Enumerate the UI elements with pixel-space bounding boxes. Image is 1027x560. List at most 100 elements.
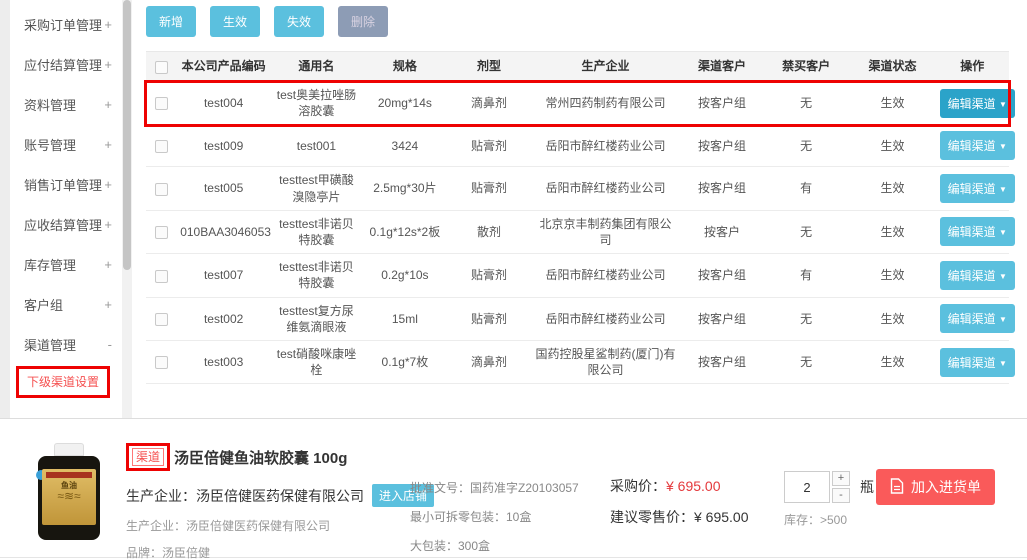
cell-channel-status: 生效 [849, 175, 935, 201]
quantity-minus-button[interactable]: - [832, 488, 850, 503]
main-content: 新增 生效 失效 删除 本公司产品编码 通用名 规格 剂型 生产企业 渠道客户 … [132, 0, 1027, 418]
sidebar-item-lower-channel-settings[interactable]: 下级渠道设置 [27, 375, 99, 389]
channel-admin-section: 采购订单管理 + 应付结算管理 + 资料管理 + 账号管理 + 销售订单管理 +… [0, 0, 1027, 418]
sidebar-item-label: 应付结算管理 [24, 55, 102, 74]
chevron-down-icon: ▼ [999, 359, 1007, 368]
retail-price-label: 建议零售价： [610, 509, 694, 525]
sidebar-item[interactable]: 渠道管理 - [10, 324, 122, 364]
brand-line: 品牌：汤臣倍健 [126, 544, 386, 560]
cell-manufacturer: 岳阳市醉红楼药业公司 [530, 262, 681, 288]
cell-channel-status: 生效 [849, 349, 935, 375]
sidebar-item[interactable]: 库存管理 + [10, 244, 122, 284]
add-button[interactable]: 新增 [146, 6, 196, 37]
document-icon [890, 478, 904, 497]
quantity-input[interactable]: 2 [784, 471, 830, 503]
row-checkbox[interactable] [155, 140, 168, 153]
edit-channel-button[interactable]: 编辑渠道 ▼ [940, 304, 1015, 333]
col-header-channel-customer: 渠道客户 [681, 53, 763, 79]
retail-price-value: ¥ 695.00 [694, 509, 749, 525]
table-row: test007 testtest非诺贝特胶囊 0.2g*10s 贴膏剂 岳阳市醉… [146, 254, 1009, 297]
delete-button[interactable]: 删除 [338, 6, 388, 37]
table-body: test004 test奥美拉唑肠溶胶囊 20mg*14s 滴鼻剂 常州四药制药… [146, 82, 1009, 384]
cell-dosage-form: 贴膏剂 [448, 175, 530, 201]
edit-channel-button[interactable]: 编辑渠道 ▼ [940, 261, 1015, 290]
sidebar-item-label: 库存管理 [24, 255, 76, 274]
expand-toggle-icon: + [104, 257, 112, 272]
cell-channel-customer: 按客户组 [681, 262, 763, 288]
cell-product-code: test003 [176, 349, 271, 375]
chevron-down-icon: ▼ [999, 100, 1007, 109]
cell-product-code: test002 [176, 306, 271, 332]
expand-toggle-icon: + [104, 137, 112, 152]
cell-channel-customer: 按客户组 [681, 133, 763, 159]
annotation-box-submenu: 下级渠道设置 [16, 366, 110, 398]
activate-button[interactable]: 生效 [210, 6, 260, 37]
chevron-down-icon: ▼ [999, 228, 1007, 237]
edit-channel-button[interactable]: 编辑渠道 ▼ [940, 217, 1015, 246]
col-header-manufacturer: 生产企业 [530, 53, 681, 79]
cell-product-code: test007 [176, 262, 271, 288]
expand-toggle-icon: + [104, 97, 112, 112]
table-header-row: 本公司产品编码 通用名 规格 剂型 生产企业 渠道客户 禁买客户 渠道状态 操作 [146, 52, 1009, 82]
sidebar: 采购订单管理 + 应付结算管理 + 资料管理 + 账号管理 + 销售订单管理 +… [10, 0, 122, 418]
cell-channel-customer: 按客户组 [681, 349, 763, 375]
row-checkbox[interactable] [155, 313, 168, 326]
sidebar-item[interactable]: 客户组 + [10, 284, 122, 324]
cell-forbidden-customer: 有 [763, 175, 849, 201]
sidebar-item[interactable]: 账号管理 + [10, 124, 122, 164]
table-row: test003 test硝酸咪康唑栓 0.1g*7枚 滴鼻剂 国药控股星鲨制药(… [146, 341, 1009, 384]
cell-manufacturer: 岳阳市醉红楼药业公司 [530, 306, 681, 332]
cell-channel-status: 生效 [849, 133, 935, 159]
cell-dosage-form: 滴鼻剂 [448, 349, 530, 375]
col-header-product-code: 本公司产品编码 [176, 53, 271, 79]
manufacturer-line-secondary: 生产企业：汤臣倍健医药保健有限公司 [126, 517, 386, 534]
sidebar-item[interactable]: 应收结算管理 + [10, 204, 122, 244]
sidebar-item-label: 账号管理 [24, 135, 76, 154]
sidebar-item-label: 渠道管理 [24, 335, 76, 354]
cell-manufacturer: 岳阳市醉红楼药业公司 [530, 133, 681, 159]
row-checkbox[interactable] [155, 356, 168, 369]
product-price-info: 采购价：¥ 695.00 建议零售价：¥ 695.00 [610, 476, 780, 557]
table-row: test004 test奥美拉唑肠溶胶囊 20mg*14s 滴鼻剂 常州四药制药… [146, 82, 1009, 125]
sidebar-item[interactable]: 销售订单管理 + [10, 164, 122, 204]
row-checkbox[interactable] [155, 270, 168, 283]
cell-manufacturer: 常州四药制药有限公司 [530, 90, 681, 116]
sidebar-scrollbar-thumb[interactable] [123, 0, 131, 270]
edit-channel-button[interactable]: 编辑渠道 ▼ [940, 131, 1015, 160]
sidebar-item-label: 销售订单管理 [24, 175, 102, 194]
table-row: test005 testtest甲磺酸溴隐亭片 2.5mg*30片 贴膏剂 岳阳… [146, 167, 1009, 210]
add-to-cart-button[interactable]: 加入进货单 [876, 469, 995, 505]
sidebar-item[interactable]: 应付结算管理 + [10, 44, 122, 84]
cell-generic-name: testtest甲磺酸溴隐亭片 [271, 167, 362, 209]
cell-spec: 0.2g*10s [362, 262, 448, 288]
cell-generic-name: testtest复方尿维氨滴眼液 [271, 298, 362, 340]
cell-forbidden-customer: 无 [763, 133, 849, 159]
deactivate-button[interactable]: 失效 [274, 6, 324, 37]
product-main-info: 渠道 汤臣倍健鱼油软胶囊 100g 生产企业：汤臣倍健医药保健有限公司 进入店铺… [126, 443, 386, 557]
table-row: test002 testtest复方尿维氨滴眼液 15ml 贴膏剂 岳阳市醉红楼… [146, 298, 1009, 341]
product-detail-section: 鱼油 ≈≋≈ 渠道 汤臣倍健鱼油软胶囊 100g 生产企业：汤臣倍健医药保健有限… [0, 419, 1027, 558]
cell-spec: 0.1g*7枚 [362, 349, 448, 375]
row-checkbox[interactable] [155, 97, 168, 110]
cell-spec: 2.5mg*30片 [362, 175, 448, 201]
edit-channel-button[interactable]: 编辑渠道 ▼ [940, 89, 1015, 118]
cell-manufacturer: 北京京丰制药集团有限公司 [530, 211, 681, 253]
unit-label: 瓶 [860, 477, 874, 497]
expand-toggle-icon: + [104, 177, 112, 192]
edit-channel-button[interactable]: 编辑渠道 ▼ [940, 174, 1015, 203]
quantity-plus-button[interactable]: + [832, 471, 850, 486]
select-all-checkbox[interactable] [155, 61, 168, 74]
sidebar-item[interactable]: 资料管理 + [10, 84, 122, 124]
cell-spec: 3424 [362, 133, 448, 159]
page: 采购订单管理 + 应付结算管理 + 资料管理 + 账号管理 + 销售订单管理 +… [0, 0, 1027, 560]
expand-toggle-icon: + [104, 57, 112, 72]
cell-channel-status: 生效 [849, 219, 935, 245]
cell-generic-name: test奥美拉唑肠溶胶囊 [271, 82, 362, 124]
sidebar-item[interactable]: 采购订单管理 + [10, 4, 122, 44]
sidebar-scrollbar[interactable] [122, 0, 132, 418]
row-checkbox[interactable] [155, 183, 168, 196]
edit-channel-button[interactable]: 编辑渠道 ▼ [940, 348, 1015, 377]
row-checkbox[interactable] [155, 226, 168, 239]
cell-channel-status: 生效 [849, 306, 935, 332]
channel-tag: 渠道 [132, 448, 164, 466]
